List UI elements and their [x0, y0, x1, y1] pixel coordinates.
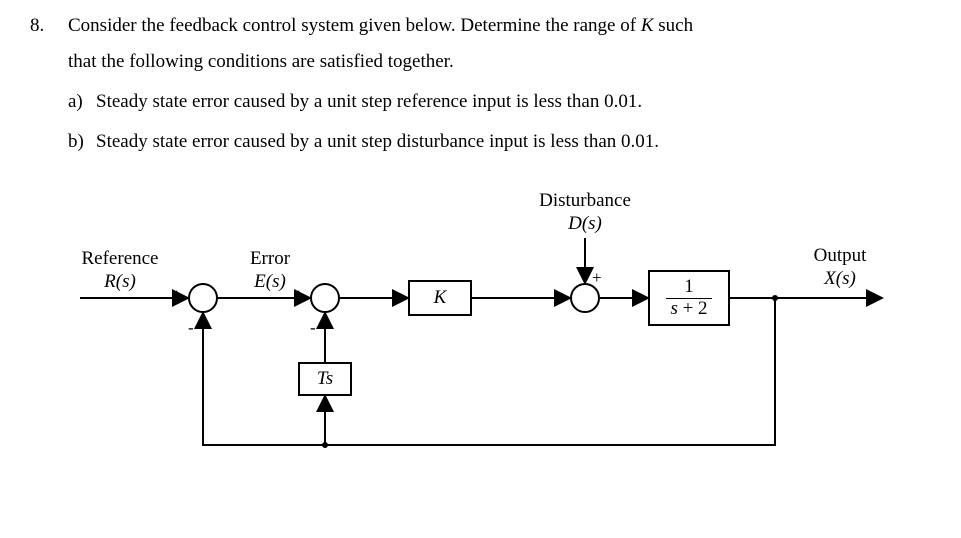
wires [30, 190, 900, 470]
q-text-1-tail: such [654, 15, 694, 36]
sub-b-label: b) [68, 124, 96, 160]
question-block: 8. Consider the feedback control system … [30, 8, 931, 160]
question-number: 8. [30, 8, 68, 160]
sub-b: b) Steady state error caused by a unit s… [68, 124, 931, 160]
question-line1: Consider the feedback control system giv… [68, 8, 931, 44]
sub-b-text: Steady state error caused by a unit step… [96, 124, 659, 160]
sub-a-text: Steady state error caused by a unit step… [96, 84, 642, 120]
question-line2: that the following conditions are satisf… [68, 44, 931, 80]
variable-K: K [641, 15, 654, 36]
question-body: Consider the feedback control system giv… [68, 8, 931, 160]
q-text-1: Consider the feedback control system giv… [68, 15, 641, 36]
sub-a-label: a) [68, 84, 96, 120]
sub-a: a) Steady state error caused by a unit s… [68, 84, 931, 120]
block-diagram: Reference R(s) Error E(s) Disturbance D(… [30, 190, 900, 470]
